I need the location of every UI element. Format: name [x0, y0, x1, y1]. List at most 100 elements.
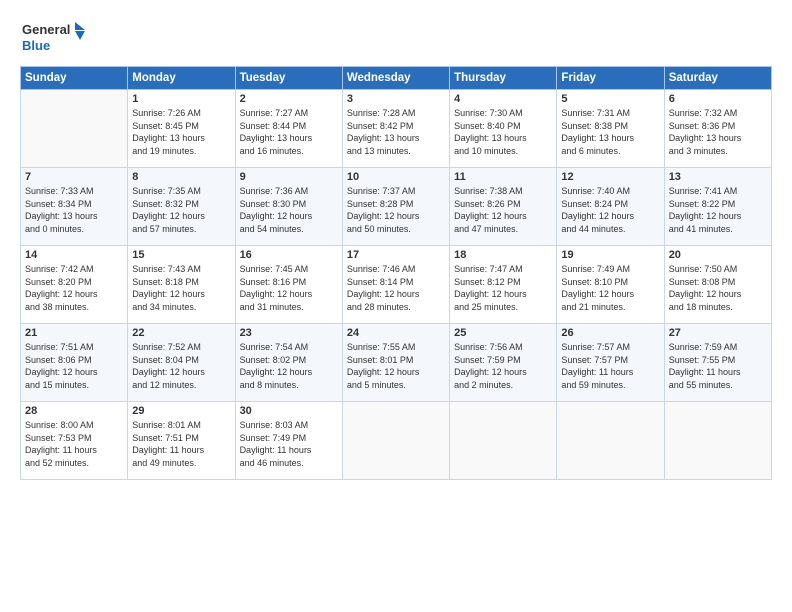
- day-number: 16: [240, 249, 338, 261]
- day-info: Sunrise: 7:37 AM Sunset: 8:28 PM Dayligh…: [347, 185, 445, 235]
- calendar-cell: 24 Sunrise: 7:55 AM Sunset: 8:01 PM Dayli…: [342, 324, 449, 402]
- calendar-cell: 10 Sunrise: 7:37 AM Sunset: 8:28 PM Dayli…: [342, 168, 449, 246]
- day-header-thursday: Thursday: [450, 67, 557, 90]
- day-number: 4: [454, 93, 552, 105]
- calendar-week-5: 28 Sunrise: 8:00 AM Sunset: 7:53 PM Dayli…: [21, 402, 772, 480]
- day-header-monday: Monday: [128, 67, 235, 90]
- day-number: 26: [561, 327, 659, 339]
- day-info: Sunrise: 7:56 AM Sunset: 7:59 PM Dayligh…: [454, 341, 552, 391]
- day-info: Sunrise: 7:50 AM Sunset: 8:08 PM Dayligh…: [669, 263, 767, 313]
- day-number: 15: [132, 249, 230, 261]
- day-info: Sunrise: 7:41 AM Sunset: 8:22 PM Dayligh…: [669, 185, 767, 235]
- day-number: 14: [25, 249, 123, 261]
- day-number: 19: [561, 249, 659, 261]
- calendar-cell: 18Sunrise: 7:47 AM Sunset: 8:12 PM Dayli…: [450, 246, 557, 324]
- day-info: Sunrise: 7:35 AM Sunset: 8:32 PM Dayligh…: [132, 185, 230, 235]
- day-number: 6: [669, 93, 767, 105]
- calendar-cell: 7Sunrise: 7:33 AM Sunset: 8:34 PM Daylig…: [21, 168, 128, 246]
- calendar-week-4: 21 Sunrise: 7:51 AM Sunset: 8:06 PM Dayli…: [21, 324, 772, 402]
- day-info: Sunrise: 7:32 AM Sunset: 8:36 PM Dayligh…: [669, 107, 767, 157]
- calendar-cell: 21 Sunrise: 7:51 AM Sunset: 8:06 PM Dayli…: [21, 324, 128, 402]
- svg-text:Blue: Blue: [22, 38, 50, 53]
- day-number: 24: [347, 327, 445, 339]
- day-info: Sunrise: 7:26 AM Sunset: 8:45 PM Dayligh…: [132, 107, 230, 157]
- day-info: Sunrise: 7:28 AM Sunset: 8:42 PM Dayligh…: [347, 107, 445, 157]
- calendar-cell: 5 Sunrise: 7:31 AM Sunset: 8:38 PM Daylig…: [557, 90, 664, 168]
- day-header-tuesday: Tuesday: [235, 67, 342, 90]
- day-number: 25: [454, 327, 552, 339]
- calendar-week-3: 14 Sunrise: 7:42 AM Sunset: 8:20 PM Dayli…: [21, 246, 772, 324]
- day-info: Sunrise: 8:03 AM Sunset: 7:49 PM Dayligh…: [240, 419, 338, 469]
- calendar-cell: 13Sunrise: 7:41 AM Sunset: 8:22 PM Dayli…: [664, 168, 771, 246]
- calendar-cell: [450, 402, 557, 480]
- calendar-cell: 17 Sunrise: 7:46 AM Sunset: 8:14 PM Dayli…: [342, 246, 449, 324]
- calendar-cell: 8 Sunrise: 7:35 AM Sunset: 8:32 PM Daylig…: [128, 168, 235, 246]
- day-info: Sunrise: 7:57 AM Sunset: 7:57 PM Dayligh…: [561, 341, 659, 391]
- day-header-wednesday: Wednesday: [342, 67, 449, 90]
- day-header-sunday: Sunday: [21, 67, 128, 90]
- day-info: Sunrise: 7:59 AM Sunset: 7:55 PM Dayligh…: [669, 341, 767, 391]
- day-header-friday: Friday: [557, 67, 664, 90]
- calendar-week-1: 1 Sunrise: 7:26 AM Sunset: 8:45 PM Daylig…: [21, 90, 772, 168]
- day-number: 29: [132, 405, 230, 417]
- day-info: Sunrise: 7:46 AM Sunset: 8:14 PM Dayligh…: [347, 263, 445, 313]
- calendar-cell: 30 Sunrise: 8:03 AM Sunset: 7:49 PM Dayli…: [235, 402, 342, 480]
- day-number: 10: [347, 171, 445, 183]
- day-info: Sunrise: 8:01 AM Sunset: 7:51 PM Dayligh…: [132, 419, 230, 469]
- day-number: 22: [132, 327, 230, 339]
- calendar-header-row: SundayMondayTuesdayWednesdayThursdayFrid…: [21, 67, 772, 90]
- day-info: Sunrise: 8:00 AM Sunset: 7:53 PM Dayligh…: [25, 419, 123, 469]
- day-number: 23: [240, 327, 338, 339]
- logo-svg: General Blue: [20, 18, 90, 58]
- day-info: Sunrise: 7:47 AM Sunset: 8:12 PM Dayligh…: [454, 263, 552, 313]
- calendar-cell: 28 Sunrise: 8:00 AM Sunset: 7:53 PM Dayli…: [21, 402, 128, 480]
- day-info: Sunrise: 7:33 AM Sunset: 8:34 PM Dayligh…: [25, 185, 123, 235]
- calendar-cell: [664, 402, 771, 480]
- day-info: Sunrise: 7:36 AM Sunset: 8:30 PM Dayligh…: [240, 185, 338, 235]
- day-number: 1: [132, 93, 230, 105]
- day-number: 3: [347, 93, 445, 105]
- calendar-cell: 11Sunrise: 7:38 AM Sunset: 8:26 PM Dayli…: [450, 168, 557, 246]
- calendar-cell: [557, 402, 664, 480]
- day-info: Sunrise: 7:43 AM Sunset: 8:18 PM Dayligh…: [132, 263, 230, 313]
- day-info: Sunrise: 7:45 AM Sunset: 8:16 PM Dayligh…: [240, 263, 338, 313]
- calendar-cell: [21, 90, 128, 168]
- calendar-week-2: 7Sunrise: 7:33 AM Sunset: 8:34 PM Daylig…: [21, 168, 772, 246]
- day-number: 28: [25, 405, 123, 417]
- day-number: 17: [347, 249, 445, 261]
- calendar-cell: 4 Sunrise: 7:30 AM Sunset: 8:40 PM Daylig…: [450, 90, 557, 168]
- calendar-cell: 29 Sunrise: 8:01 AM Sunset: 7:51 PM Dayli…: [128, 402, 235, 480]
- day-info: Sunrise: 7:55 AM Sunset: 8:01 PM Dayligh…: [347, 341, 445, 391]
- calendar-table: SundayMondayTuesdayWednesdayThursdayFrid…: [20, 66, 772, 480]
- day-header-saturday: Saturday: [664, 67, 771, 90]
- day-info: Sunrise: 7:27 AM Sunset: 8:44 PM Dayligh…: [240, 107, 338, 157]
- day-number: 21: [25, 327, 123, 339]
- day-info: Sunrise: 7:54 AM Sunset: 8:02 PM Dayligh…: [240, 341, 338, 391]
- day-number: 5: [561, 93, 659, 105]
- day-number: 2: [240, 93, 338, 105]
- calendar-cell: [342, 402, 449, 480]
- day-number: 12: [561, 171, 659, 183]
- day-number: 8: [132, 171, 230, 183]
- calendar-cell: 27 Sunrise: 7:59 AM Sunset: 7:55 PM Dayli…: [664, 324, 771, 402]
- calendar-cell: 23 Sunrise: 7:54 AM Sunset: 8:02 PM Dayli…: [235, 324, 342, 402]
- day-number: 9: [240, 171, 338, 183]
- day-info: Sunrise: 7:52 AM Sunset: 8:04 PM Dayligh…: [132, 341, 230, 391]
- day-number: 30: [240, 405, 338, 417]
- day-info: Sunrise: 7:40 AM Sunset: 8:24 PM Dayligh…: [561, 185, 659, 235]
- calendar-cell: 19Sunrise: 7:49 AM Sunset: 8:10 PM Dayli…: [557, 246, 664, 324]
- header: General Blue: [20, 18, 772, 58]
- day-info: Sunrise: 7:42 AM Sunset: 8:20 PM Dayligh…: [25, 263, 123, 313]
- calendar-page: General Blue SundayMondayTuesdayWednesda…: [0, 0, 792, 612]
- day-number: 11: [454, 171, 552, 183]
- calendar-cell: 15 Sunrise: 7:43 AM Sunset: 8:18 PM Dayli…: [128, 246, 235, 324]
- day-info: Sunrise: 7:30 AM Sunset: 8:40 PM Dayligh…: [454, 107, 552, 157]
- calendar-cell: 22 Sunrise: 7:52 AM Sunset: 8:04 PM Dayli…: [128, 324, 235, 402]
- day-number: 20: [669, 249, 767, 261]
- day-info: Sunrise: 7:31 AM Sunset: 8:38 PM Dayligh…: [561, 107, 659, 157]
- calendar-cell: 25 Sunrise: 7:56 AM Sunset: 7:59 PM Dayli…: [450, 324, 557, 402]
- calendar-body: 1 Sunrise: 7:26 AM Sunset: 8:45 PM Daylig…: [21, 90, 772, 480]
- calendar-cell: 1 Sunrise: 7:26 AM Sunset: 8:45 PM Daylig…: [128, 90, 235, 168]
- day-number: 27: [669, 327, 767, 339]
- day-info: Sunrise: 7:51 AM Sunset: 8:06 PM Dayligh…: [25, 341, 123, 391]
